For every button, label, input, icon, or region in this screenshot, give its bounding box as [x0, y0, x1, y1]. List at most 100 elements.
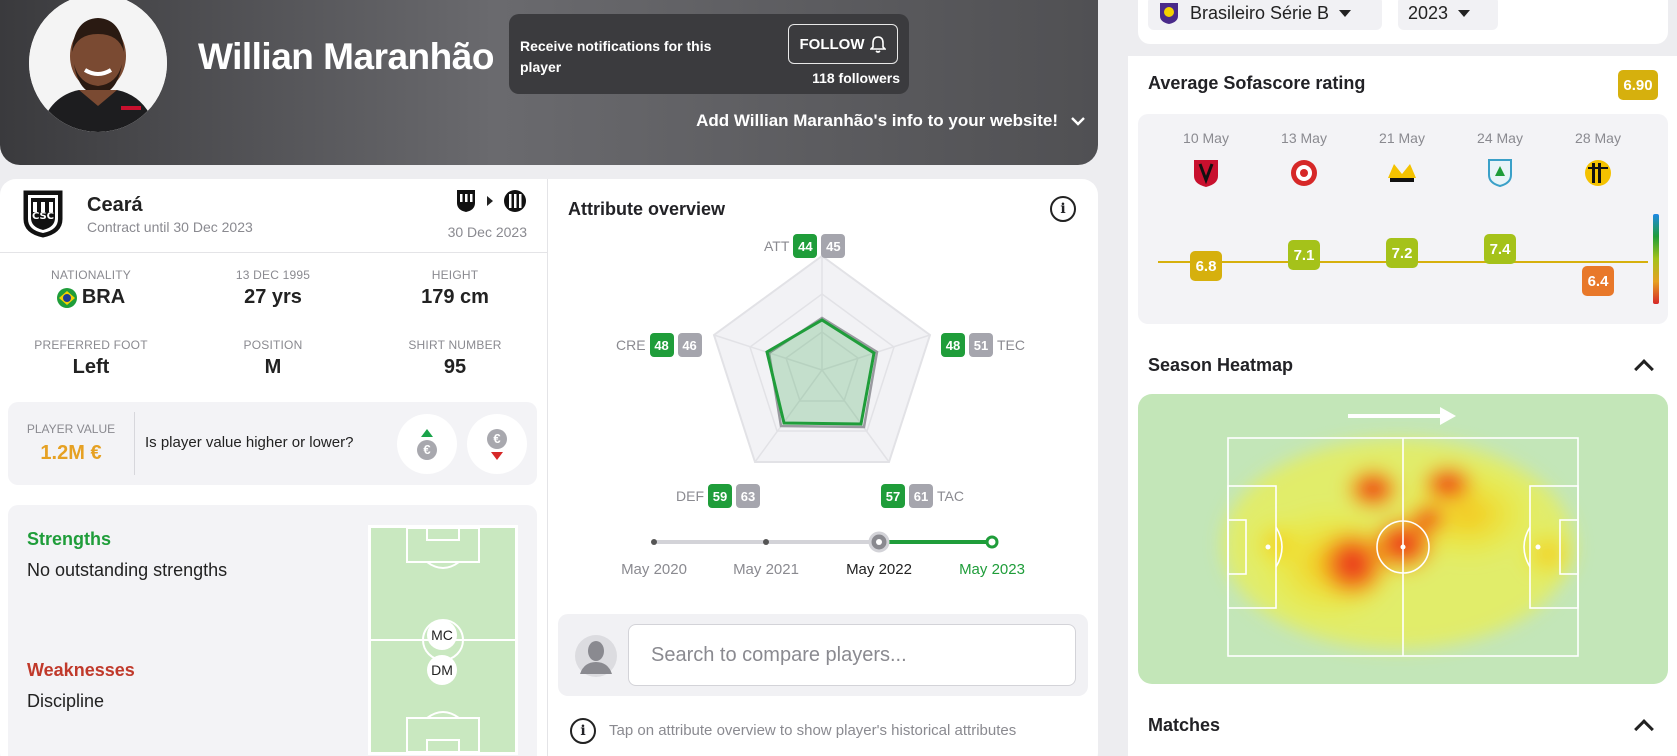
attr-cre-previous: 46: [677, 333, 702, 357]
match-rating-badge[interactable]: 7.4: [1484, 234, 1516, 264]
ceara-logo-icon: CSC: [20, 189, 66, 239]
club-row[interactable]: CSC Ceará Contract until 30 Dec 2023 30 …: [0, 179, 547, 253]
height-cell: HEIGHT 179 cm: [364, 268, 546, 309]
player-header: Willian Maranhão Receive notifications f…: [0, 0, 1098, 165]
serie-b-logo-icon: [1160, 3, 1178, 24]
vote-lower-button[interactable]: €: [467, 414, 527, 474]
attr-cre-current: 48: [649, 333, 674, 357]
attr-tac-current: 57: [881, 484, 905, 508]
birth-date-label: 13 DEC 1995: [235, 268, 311, 282]
nationality-cell: NATIONALITY BRA: [0, 268, 182, 309]
timeline-dot-2021: [763, 539, 769, 545]
notification-panel: Receive notifications for this player FO…: [509, 14, 909, 94]
player-value-amount: 1.2M €: [40, 442, 102, 464]
shirt-cell: SHIRT NUMBER 95: [364, 338, 546, 379]
compare-players-box: Search to compare players...: [558, 614, 1088, 696]
weaknesses-title: Weaknesses: [27, 660, 135, 680]
season-select[interactable]: 2023: [1398, 0, 1498, 30]
attr-cre: CRE 48 46: [616, 333, 702, 357]
timeline-label-2022[interactable]: May 2022: [846, 561, 912, 578]
value-separator: [134, 412, 135, 475]
nationality-value: BRA: [0, 286, 182, 309]
chevron-down-icon: [1458, 9, 1471, 17]
match-rating-badge[interactable]: 7.1: [1288, 240, 1320, 270]
average-rating-title: Average Sofascore rating: [1148, 73, 1366, 93]
attr-def-previous: 63: [736, 484, 760, 508]
attr-def-label: DEF: [676, 488, 704, 504]
nationality-label: NATIONALITY: [51, 268, 131, 282]
club-name: Ceará: [87, 194, 143, 216]
vote-higher-button[interactable]: €: [397, 414, 457, 474]
foot-value: Left: [72, 356, 110, 378]
attr-att-label: ATT: [764, 238, 790, 254]
shirt-value: 95: [443, 356, 467, 378]
attr-att: ATT 44 45: [764, 234, 846, 258]
followers-count: 118 followers: [812, 70, 900, 86]
match-rating-badge[interactable]: 6.8: [1190, 251, 1222, 281]
attr-tac-previous: 61: [909, 484, 933, 508]
brazil-flag-icon: [56, 287, 77, 308]
attribute-overview-title: Attribute overview: [568, 199, 726, 219]
position-value: M: [264, 356, 282, 378]
bell-icon: [870, 36, 887, 53]
attr-att-current: 44: [793, 234, 818, 258]
player-name: Willian Maranhão: [198, 36, 494, 77]
value-question: Is player value higher or lower?: [145, 434, 354, 451]
position-cell: POSITION M: [182, 338, 364, 379]
notification-text: Receive notifications for this player: [520, 38, 712, 75]
embed-text: Add Willian Maranhão's info to your webs…: [696, 111, 1058, 130]
position-pitch: MC DM: [368, 525, 518, 755]
position-marker-mc: MC: [427, 620, 457, 650]
contract-info: Contract until 30 Dec 2023: [87, 219, 253, 235]
match-rating-badge[interactable]: 6.4: [1582, 266, 1614, 296]
info-icon[interactable]: i: [1050, 196, 1076, 222]
transfer-date: 30 Dec 2023: [447, 224, 527, 240]
novorizontino-logo-icon: [504, 190, 526, 212]
ceara-small-logo-icon: [457, 190, 475, 212]
player-value-label: PLAYER VALUE: [26, 422, 116, 436]
league-select[interactable]: Brasileiro Série B: [1148, 0, 1382, 30]
timeline-label-2020[interactable]: May 2020: [621, 561, 687, 578]
league-select-value: Brasileiro Série B: [1190, 2, 1330, 23]
attribute-hint: Tap on attribute overview to show player…: [609, 722, 1017, 739]
compare-search-input[interactable]: Search to compare players...: [628, 624, 1076, 686]
attr-tac: 57 61 TAC: [881, 484, 964, 508]
age-cell: 13 DEC 1995 27 yrs: [182, 268, 364, 309]
attr-tec-label: TEC: [997, 337, 1025, 353]
arrow-down-icon: [491, 451, 503, 460]
rating-chart: 10 May 13 May 21 May 24 May 28 May 6.8 7…: [1138, 114, 1668, 324]
matches-title: Matches: [1148, 715, 1221, 735]
timeline-label-2021[interactable]: May 2021: [733, 561, 799, 578]
nationality-text: BRA: [81, 286, 126, 308]
attr-tec-current: 48: [941, 333, 965, 357]
height-value: 179 cm: [421, 286, 489, 308]
strengths-text: No outstanding strengths: [27, 560, 228, 580]
attribute-radar[interactable]: [600, 232, 1050, 502]
chevron-down-icon: [1071, 117, 1085, 126]
attr-tec-previous: 51: [969, 333, 993, 357]
timeline-label-2023[interactable]: May 2023: [959, 561, 1025, 578]
arrow-up-icon: [421, 428, 433, 437]
season-timeline[interactable]: [640, 530, 1010, 554]
season-heatmap: [1138, 394, 1668, 684]
transfer-indicator: [455, 189, 527, 213]
timeline-dot-2023: [985, 535, 999, 549]
follow-label: FOLLOW: [799, 35, 865, 53]
rating-color-scale: [1653, 214, 1659, 304]
player-silhouette-icon: [575, 635, 617, 677]
position-marker-dm: DM: [427, 655, 457, 685]
weaknesses-text: Discipline: [27, 691, 105, 711]
embed-widget-toggle[interactable]: Add Willian Maranhão's info to your webs…: [696, 111, 1086, 131]
match-rating-badge[interactable]: 7.2: [1386, 238, 1418, 268]
competition-selector-card: Brasileiro Série B 2023: [1138, 0, 1668, 44]
age-value: 27 yrs: [244, 286, 302, 308]
hint-info-icon: i: [570, 718, 596, 744]
attr-tac-label: TAC: [937, 488, 964, 504]
player-photo: [29, 0, 167, 132]
attack-direction-arrow-icon: [1348, 407, 1456, 425]
foot-cell: PREFERRED FOOT Left: [0, 338, 182, 379]
strengths-weaknesses-box: Strengths No outstanding strengths Weakn…: [8, 505, 537, 756]
shirt-label: SHIRT NUMBER: [408, 338, 502, 352]
chevron-down-icon: [1339, 9, 1352, 17]
follow-button[interactable]: FOLLOW: [788, 24, 898, 64]
